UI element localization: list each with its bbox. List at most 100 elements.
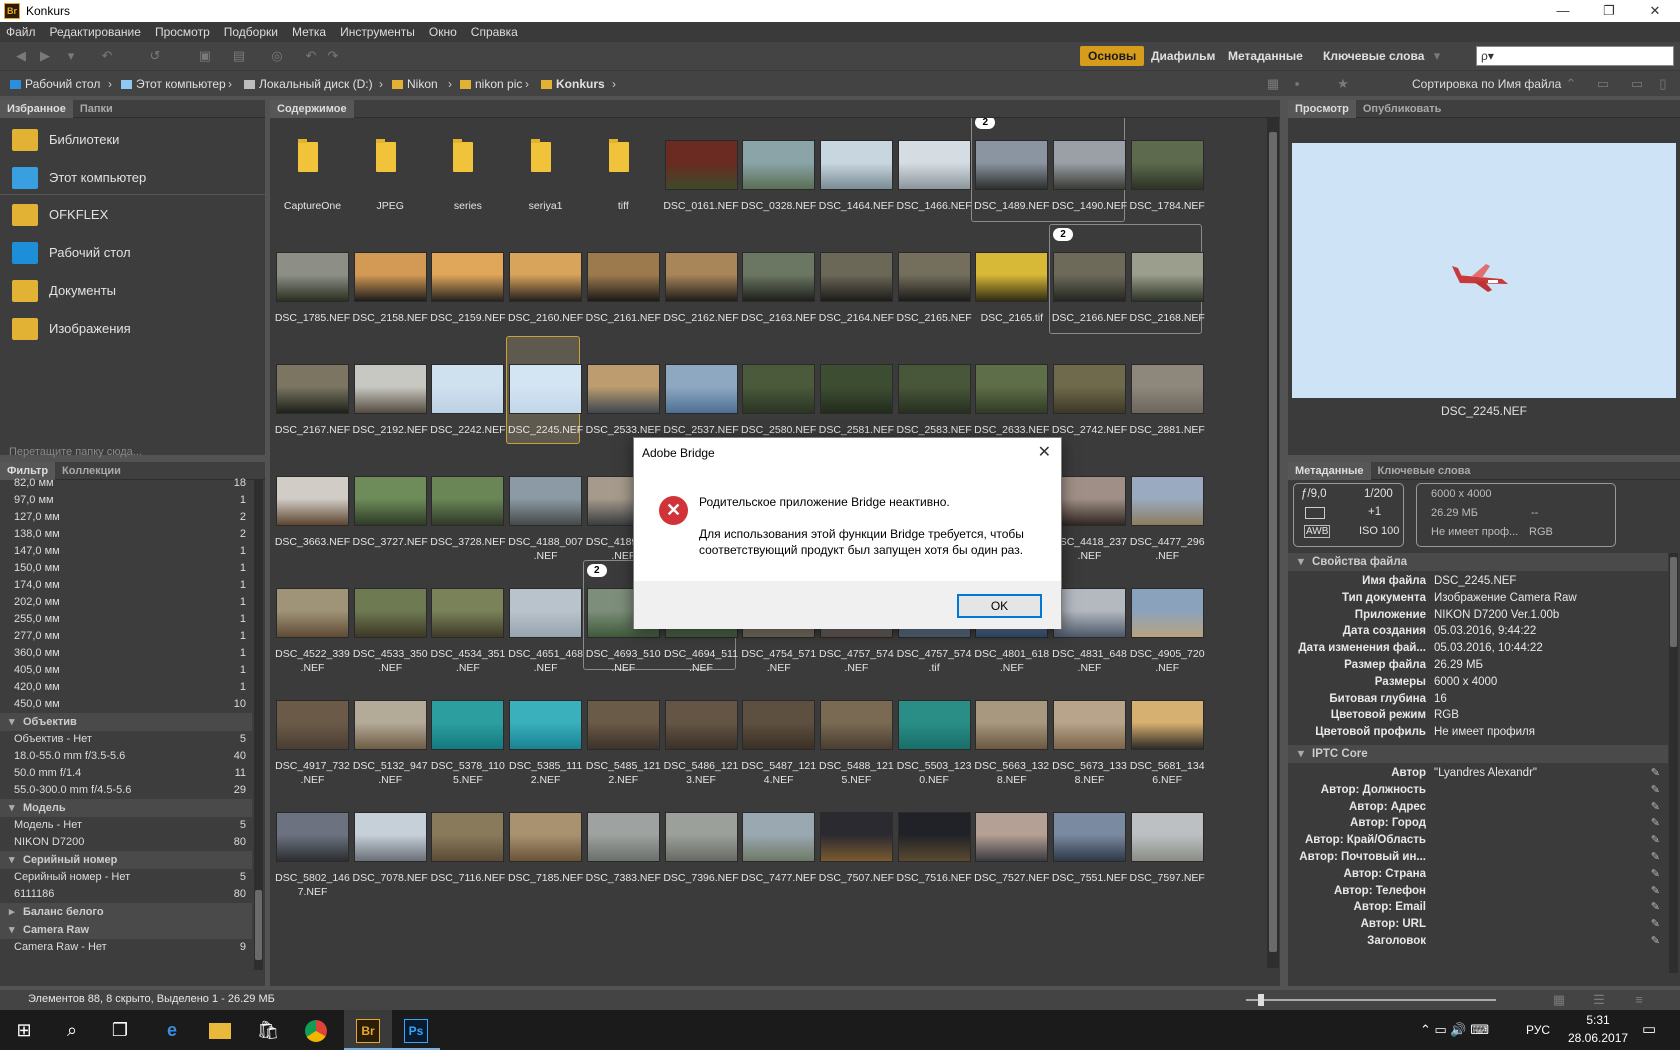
workspace-keywords[interactable]: Ключевые слова <box>1315 46 1432 66</box>
image-thumbnail[interactable]: DSC_5503_123 0.NEF <box>893 662 976 786</box>
return-icon[interactable]: ↶ <box>98 48 116 64</box>
image-thumbnail[interactable]: DSC_3727.NEF <box>349 438 432 556</box>
tab-publish[interactable]: Опубликовать <box>1356 100 1449 118</box>
image-thumbnail[interactable]: DSC_7477.NEF <box>737 774 820 892</box>
image-thumbnail[interactable]: DSC_2166.NEF <box>1048 214 1131 332</box>
image-thumbnail[interactable]: DSC_4188_007 .NEF <box>504 438 587 562</box>
image-thumbnail[interactable]: DSC_7383.NEF <box>582 774 665 892</box>
pencil-icon[interactable]: ✎ <box>1651 898 1660 916</box>
chrome-icon[interactable] <box>292 1010 340 1050</box>
image-thumbnail[interactable]: DSC_5378_110 5.NEF <box>426 662 509 786</box>
metadata-row[interactable]: Автор: Адрес ✎ <box>1288 798 1668 816</box>
pencil-icon[interactable]: ✎ <box>1651 932 1660 950</box>
image-thumbnail[interactable]: DSC_7516.NEF <box>893 774 976 892</box>
back-arrow-icon[interactable]: ◀ <box>12 48 30 64</box>
refine-icon[interactable]: ▤ <box>230 48 248 64</box>
image-thumbnail[interactable]: DSC_7116.NEF <box>426 774 509 892</box>
filter-row[interactable]: Модель - Нет 5 <box>0 817 252 834</box>
metadata-row[interactable]: Автор: Город ✎ <box>1288 814 1668 832</box>
pencil-icon[interactable]: ✎ <box>1651 848 1660 866</box>
image-thumbnail[interactable]: DSC_2158.NEF <box>349 214 432 332</box>
content-scrollbar[interactable] <box>1267 118 1279 968</box>
pencil-icon[interactable]: ✎ <box>1651 814 1660 832</box>
preview-image[interactable] <box>1292 143 1676 398</box>
search-input[interactable]: ρ▾ <box>1476 46 1674 66</box>
image-thumbnail[interactable]: DSC_4917_732 .NEF <box>271 662 354 786</box>
image-thumbnail[interactable]: DSC_2165.tif <box>970 214 1053 332</box>
folder-thumbnail[interactable]: JPEG <box>349 118 432 220</box>
filter-section-header[interactable]: Баланс белого <box>0 903 252 921</box>
image-thumbnail[interactable]: DSC_1490.NEF <box>1048 118 1131 220</box>
filter-row[interactable]: Camera Raw - Нет 9 <box>0 939 252 956</box>
image-thumbnail[interactable]: DSC_7396.NEF <box>660 774 743 892</box>
tab-content[interactable]: Содержимое <box>270 100 354 118</box>
filter-row[interactable]: 202,0 мм 1 <box>0 594 252 611</box>
image-thumbnail[interactable]: DSC_2581.NEF <box>815 326 898 444</box>
image-thumbnail[interactable]: DSC_2633.NEF <box>970 326 1053 444</box>
tab-favorites[interactable]: Избранное <box>0 100 73 118</box>
file-explorer-icon[interactable] <box>196 1010 244 1050</box>
image-thumbnail[interactable]: DSC_7551.NEF <box>1048 774 1131 892</box>
folder-thumbnail[interactable]: seriya1 <box>504 118 587 220</box>
breadcrumb-konkurs[interactable]: Konkurs <box>541 71 605 97</box>
ok-button[interactable]: OK <box>957 594 1042 618</box>
image-thumbnail[interactable]: DSC_7527.NEF <box>970 774 1053 892</box>
image-thumbnail[interactable]: DSC_7597.NEF <box>1126 774 1209 892</box>
image-thumbnail[interactable]: DSC_5681_134 6.NEF <box>1126 662 1209 786</box>
metadata-row[interactable]: Заголовок ✎ <box>1288 932 1668 950</box>
menu-window[interactable]: Окно <box>422 22 464 42</box>
filter-row[interactable]: 138,0 мм 2 <box>0 526 252 543</box>
boomerang-icon[interactable]: ↺ <box>146 48 164 64</box>
breadcrumb-disk[interactable]: Локальный диск (D:) <box>244 71 373 97</box>
workspace-metadata[interactable]: Метаданные <box>1220 46 1311 66</box>
photoshop-taskbar-button[interactable]: Ps <box>392 1010 440 1050</box>
camera-download-icon[interactable]: ▣ <box>196 48 214 64</box>
filter-row[interactable]: 255,0 мм 1 <box>0 611 252 628</box>
rotate-left-icon[interactable]: ↶ <box>302 48 320 64</box>
image-thumbnail[interactable]: DSC_2162.NEF <box>660 214 743 332</box>
minimize-icon[interactable]: — <box>1540 0 1586 22</box>
menu-file[interactable]: Файл <box>0 22 43 42</box>
image-thumbnail[interactable]: DSC_2167.NEF <box>271 326 354 444</box>
pencil-icon[interactable]: ✎ <box>1651 798 1660 816</box>
task-view-icon[interactable]: ❐ <box>96 1010 144 1050</box>
star-filter-icon[interactable]: ★ <box>1334 76 1352 92</box>
thumbnail-size-slider[interactable] <box>1246 994 1496 1006</box>
filter-section-header[interactable]: Camera Raw <box>0 921 252 939</box>
sort-label[interactable]: Сортировка по Имя файла <box>1412 71 1561 97</box>
image-thumbnail[interactable]: DSC_5488_121 5.NEF <box>815 662 898 786</box>
image-thumbnail[interactable]: DSC_2161.NEF <box>582 214 665 332</box>
metadata-row[interactable]: Автор: Страна ✎ <box>1288 865 1668 883</box>
filter-row[interactable]: 82,0 мм 18 <box>0 475 252 492</box>
metadata-row[interactable]: Автор: Телефон ✎ <box>1288 882 1668 900</box>
menu-stacks[interactable]: Подборки <box>217 22 285 42</box>
image-thumbnail[interactable]: DSC_4477_296 .NEF <box>1126 438 1209 562</box>
breadcrumb-computer[interactable]: Этот компьютер <box>121 71 226 97</box>
bridge-taskbar-button[interactable]: Br <box>344 1010 392 1050</box>
pencil-icon[interactable]: ✎ <box>1651 915 1660 933</box>
filter-section-header[interactable]: Объектив <box>0 713 252 731</box>
tab-folders[interactable]: Папки <box>73 100 120 118</box>
search-icon[interactable]: ⌕ <box>48 1010 96 1050</box>
metadata-row[interactable]: Автор: Должность ✎ <box>1288 781 1668 799</box>
image-thumbnail[interactable]: DSC_0328.NEF <box>737 118 820 220</box>
open-recent-folder-icon[interactable]: ▭ <box>1594 76 1612 92</box>
favorite-item[interactable]: Этот компьютер <box>0 159 265 197</box>
filter-row[interactable]: NIKON D7200 80 <box>0 834 252 851</box>
image-thumbnail[interactable]: DSC_1785.NEF <box>271 214 354 332</box>
image-thumbnail[interactable]: DSC_2245.NEF <box>504 326 587 444</box>
image-thumbnail[interactable]: DSC_2192.NEF <box>349 326 432 444</box>
image-thumbnail[interactable]: DSC_1489.NEF <box>970 118 1053 220</box>
image-thumbnail[interactable]: DSC_1464.NEF <box>815 118 898 220</box>
breadcrumb-nikon-pic[interactable]: nikon pic <box>460 71 522 97</box>
menu-help[interactable]: Справка <box>464 22 525 42</box>
folder-thumbnail[interactable]: CaptureOne <box>271 118 354 220</box>
filter-row[interactable]: 450,0 мм 10 <box>0 696 252 713</box>
filter-row[interactable]: 174,0 мм 1 <box>0 577 252 594</box>
metadata-row[interactable]: Автор: Email ✎ <box>1288 898 1668 916</box>
filter-row[interactable]: 18.0-55.0 mm f/3.5-5.6 40 <box>0 748 252 765</box>
image-thumbnail[interactable]: DSC_5663_132 8.NEF <box>970 662 1053 786</box>
tab-metadata[interactable]: Метаданные <box>1288 462 1371 480</box>
image-thumbnail[interactable]: DSC_5485_121 2.NEF <box>582 662 665 786</box>
image-thumbnail[interactable]: DSC_4651_468 .NEF <box>504 550 587 674</box>
